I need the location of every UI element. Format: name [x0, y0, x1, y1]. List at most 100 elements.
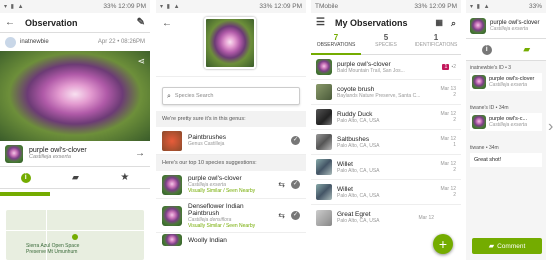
comment-icon: ▰ — [488, 243, 495, 250]
app-bar: ☰ My Observations ▦ ⌕ — [311, 13, 461, 33]
search-icon: ⌕ — [167, 92, 171, 100]
obs-place: Palo Alto, CA, USA — [337, 192, 380, 199]
grid-view-icon[interactable]: ▦ — [435, 19, 443, 27]
status-bar: TMobile 33% 12:09 PM — [311, 0, 461, 13]
suggestion-item[interactable]: purple owl's-clover Castilleja exserta V… — [156, 171, 306, 199]
map-pin-icon — [72, 234, 78, 240]
check-icon[interactable]: ✓ — [291, 180, 300, 189]
suggestion-tag: Visually Similar / Seen Nearby — [188, 222, 256, 229]
activity-screen: ▾ ▮ ▲ 33% purple owl's-clover Castilleja… — [466, 0, 546, 260]
genus-suggestion[interactable]: Paintbrushes Genus Castilleja ✓ — [156, 127, 306, 155]
obs-meta: 2 — [453, 92, 456, 98]
search-input[interactable]: Species Search — [175, 93, 214, 99]
list-item[interactable]: Great Egret Palo Alto, CA, USA Mar 12 — [311, 205, 461, 230]
status-bar: ▾ ▮ ▲ 33% 12:09 PM — [156, 0, 306, 13]
favorites-tab-icon[interactable]: ★ — [120, 172, 129, 183]
obs-meta: 2 — [453, 167, 456, 173]
observation-date: Apr 22 • 08:26PM — [97, 39, 145, 45]
add-observation-button[interactable]: + — [433, 234, 453, 254]
genus-sci: Genus Castilleja — [188, 141, 225, 147]
obs-meta: 2 — [453, 192, 456, 198]
suggestion-item[interactable]: Denseflower Indian Paintbrush Castilleja… — [156, 199, 306, 233]
page-title: My Observations — [334, 18, 408, 28]
suggestion-item[interactable]: Woolly Indian — [156, 233, 306, 247]
activity-user: tiwane • 34m — [470, 145, 499, 151]
list-item[interactable]: coyote brush Baylands Nature Preserve, S… — [311, 80, 461, 105]
obs-name: Great Egret — [337, 211, 371, 218]
list-item[interactable]: Saltbushes Palo Alto, CA, USA Mar 12 1 — [311, 130, 461, 155]
back-arrow-icon[interactable]: ← — [5, 17, 15, 28]
suggestion-tag: Visually Similar / Seen Nearby — [188, 188, 256, 194]
photo-header: ← — [156, 13, 306, 77]
check-icon[interactable]: ✓ — [291, 211, 300, 220]
observation-screen: ▾ ▮ ▲ 33% 12:09 PM ← Observation ✎ inatn… — [0, 0, 150, 260]
carrier-label: TMobile — [315, 3, 339, 10]
back-arrow-icon[interactable]: ← — [162, 19, 172, 29]
comment-button[interactable]: ▰ Comment — [472, 238, 542, 254]
obs-thumbnail — [316, 84, 332, 100]
list-item[interactable]: Willet Palo Alto, CA, USA Mar 12 2 — [311, 180, 461, 205]
obs-meta: 1 — [442, 64, 450, 70]
avatar[interactable] — [5, 36, 16, 48]
activity-user: tiwane's ID • 34m — [470, 105, 509, 111]
obs-name: Willet — [337, 185, 353, 193]
genus-thumbnail — [162, 130, 182, 151]
taxon-row[interactable]: purple owl's-clover Castilleja exserta → — [0, 141, 150, 167]
taxon-sci-name: Castilleja exserta — [29, 154, 71, 160]
tab-observations[interactable]: 7 OBSERVATIONS — [311, 33, 361, 55]
comments-tab-icon[interactable]: ▰ — [523, 45, 530, 54]
status-icons: ▾ ▮ ▲ — [4, 4, 25, 10]
username[interactable]: inatnewbie — [20, 39, 98, 45]
carousel-next-icon[interactable]: › — [548, 118, 553, 136]
status-bar: ▾ ▮ ▲ 33% 12:09 PM — [0, 0, 150, 13]
list-item[interactable]: Willet Palo Alto, CA, USA Mar 12 2 — [311, 155, 461, 180]
info-tab-icon[interactable]: i — [481, 44, 492, 55]
activity-user: inatnewbie's ID • 3 — [470, 65, 512, 71]
suggestion-name: Woolly Indian — [188, 236, 227, 244]
obs-place: Palo Alto, CA, USA — [337, 218, 380, 224]
detail-tabs: i ▰ — [466, 39, 546, 61]
status-bar: ▾ ▮ ▲ 33% — [466, 0, 546, 13]
obs-thumbnail — [316, 209, 332, 226]
obs-name: purple owl's-clover — [337, 60, 391, 68]
active-tab-indicator — [0, 192, 50, 196]
taxon-name: purple owl's-clover — [29, 147, 87, 154]
edit-pencil-icon[interactable]: ✎ — [137, 17, 145, 28]
menu-icon[interactable]: ☰ — [316, 18, 325, 28]
arrow-right-icon[interactable]: → — [135, 148, 145, 159]
activity-item: tiwane's ID • 34m purple owl's-c... Cast… — [470, 105, 542, 131]
obs-thumbnail — [316, 59, 332, 75]
obs-date: Mar 12 — [418, 214, 434, 221]
app-bar: ← Observation ✎ — [0, 13, 150, 33]
my-observations-screen: TMobile 33% 12:09 PM ☰ My Observations ▦… — [311, 0, 461, 260]
obs-id-count: ▪2 — [451, 64, 456, 70]
genus-name: Paintbrushes — [188, 134, 226, 141]
list-item[interactable]: Ruddy Duck Palo Alto, CA, USA Mar 12 2 — [311, 105, 461, 130]
obs-meta: 2 — [453, 117, 456, 123]
info-tab-icon[interactable]: i — [20, 172, 31, 183]
obs-name: Ruddy Duck — [337, 110, 373, 118]
obs-thumbnail — [316, 159, 332, 175]
tab-species[interactable]: 5 SPECIES — [361, 33, 411, 55]
species-search[interactable]: ⌕ Species Search — [162, 87, 300, 105]
obs-thumbnail — [316, 184, 332, 200]
obs-place: Palo Alto, CA, USA — [337, 142, 380, 149]
obs-place: Bald Mountain Trail, San Jos... — [337, 67, 405, 74]
obs-place: Baylands Nature Preserve, Santa C... — [337, 92, 421, 99]
compare-icon[interactable]: ⇆ — [278, 180, 285, 189]
observation-photo[interactable]: ⋖ — [0, 51, 150, 141]
suggestions-message: Here's our top 10 species suggestions: — [156, 155, 306, 171]
search-icon[interactable]: ⌕ — [451, 18, 456, 28]
compare-icon[interactable]: ⇆ — [278, 211, 285, 220]
obs-place: Palo Alto, CA, USA — [337, 167, 380, 174]
list-item[interactable]: purple owl's-clover Bald Mountain Trail,… — [311, 55, 461, 80]
comments-tab-icon[interactable]: ▰ — [72, 173, 79, 182]
tab-identifications[interactable]: 1 IDENTIFICATIONS — [411, 33, 461, 55]
share-icon[interactable]: ⋖ — [137, 57, 145, 66]
check-icon[interactable]: ✓ — [291, 136, 300, 145]
page-title: Observation — [25, 17, 78, 28]
location-map[interactable]: Sierra Azul Open Space Preserve Mt Umunhu… — [6, 210, 144, 260]
genus-message: We're pretty sure it's in this genus: — [156, 111, 306, 127]
obs-name: coyote brush — [337, 85, 375, 93]
taxon-row[interactable]: purple owl's-clover Castilleja exserta — [466, 13, 546, 39]
